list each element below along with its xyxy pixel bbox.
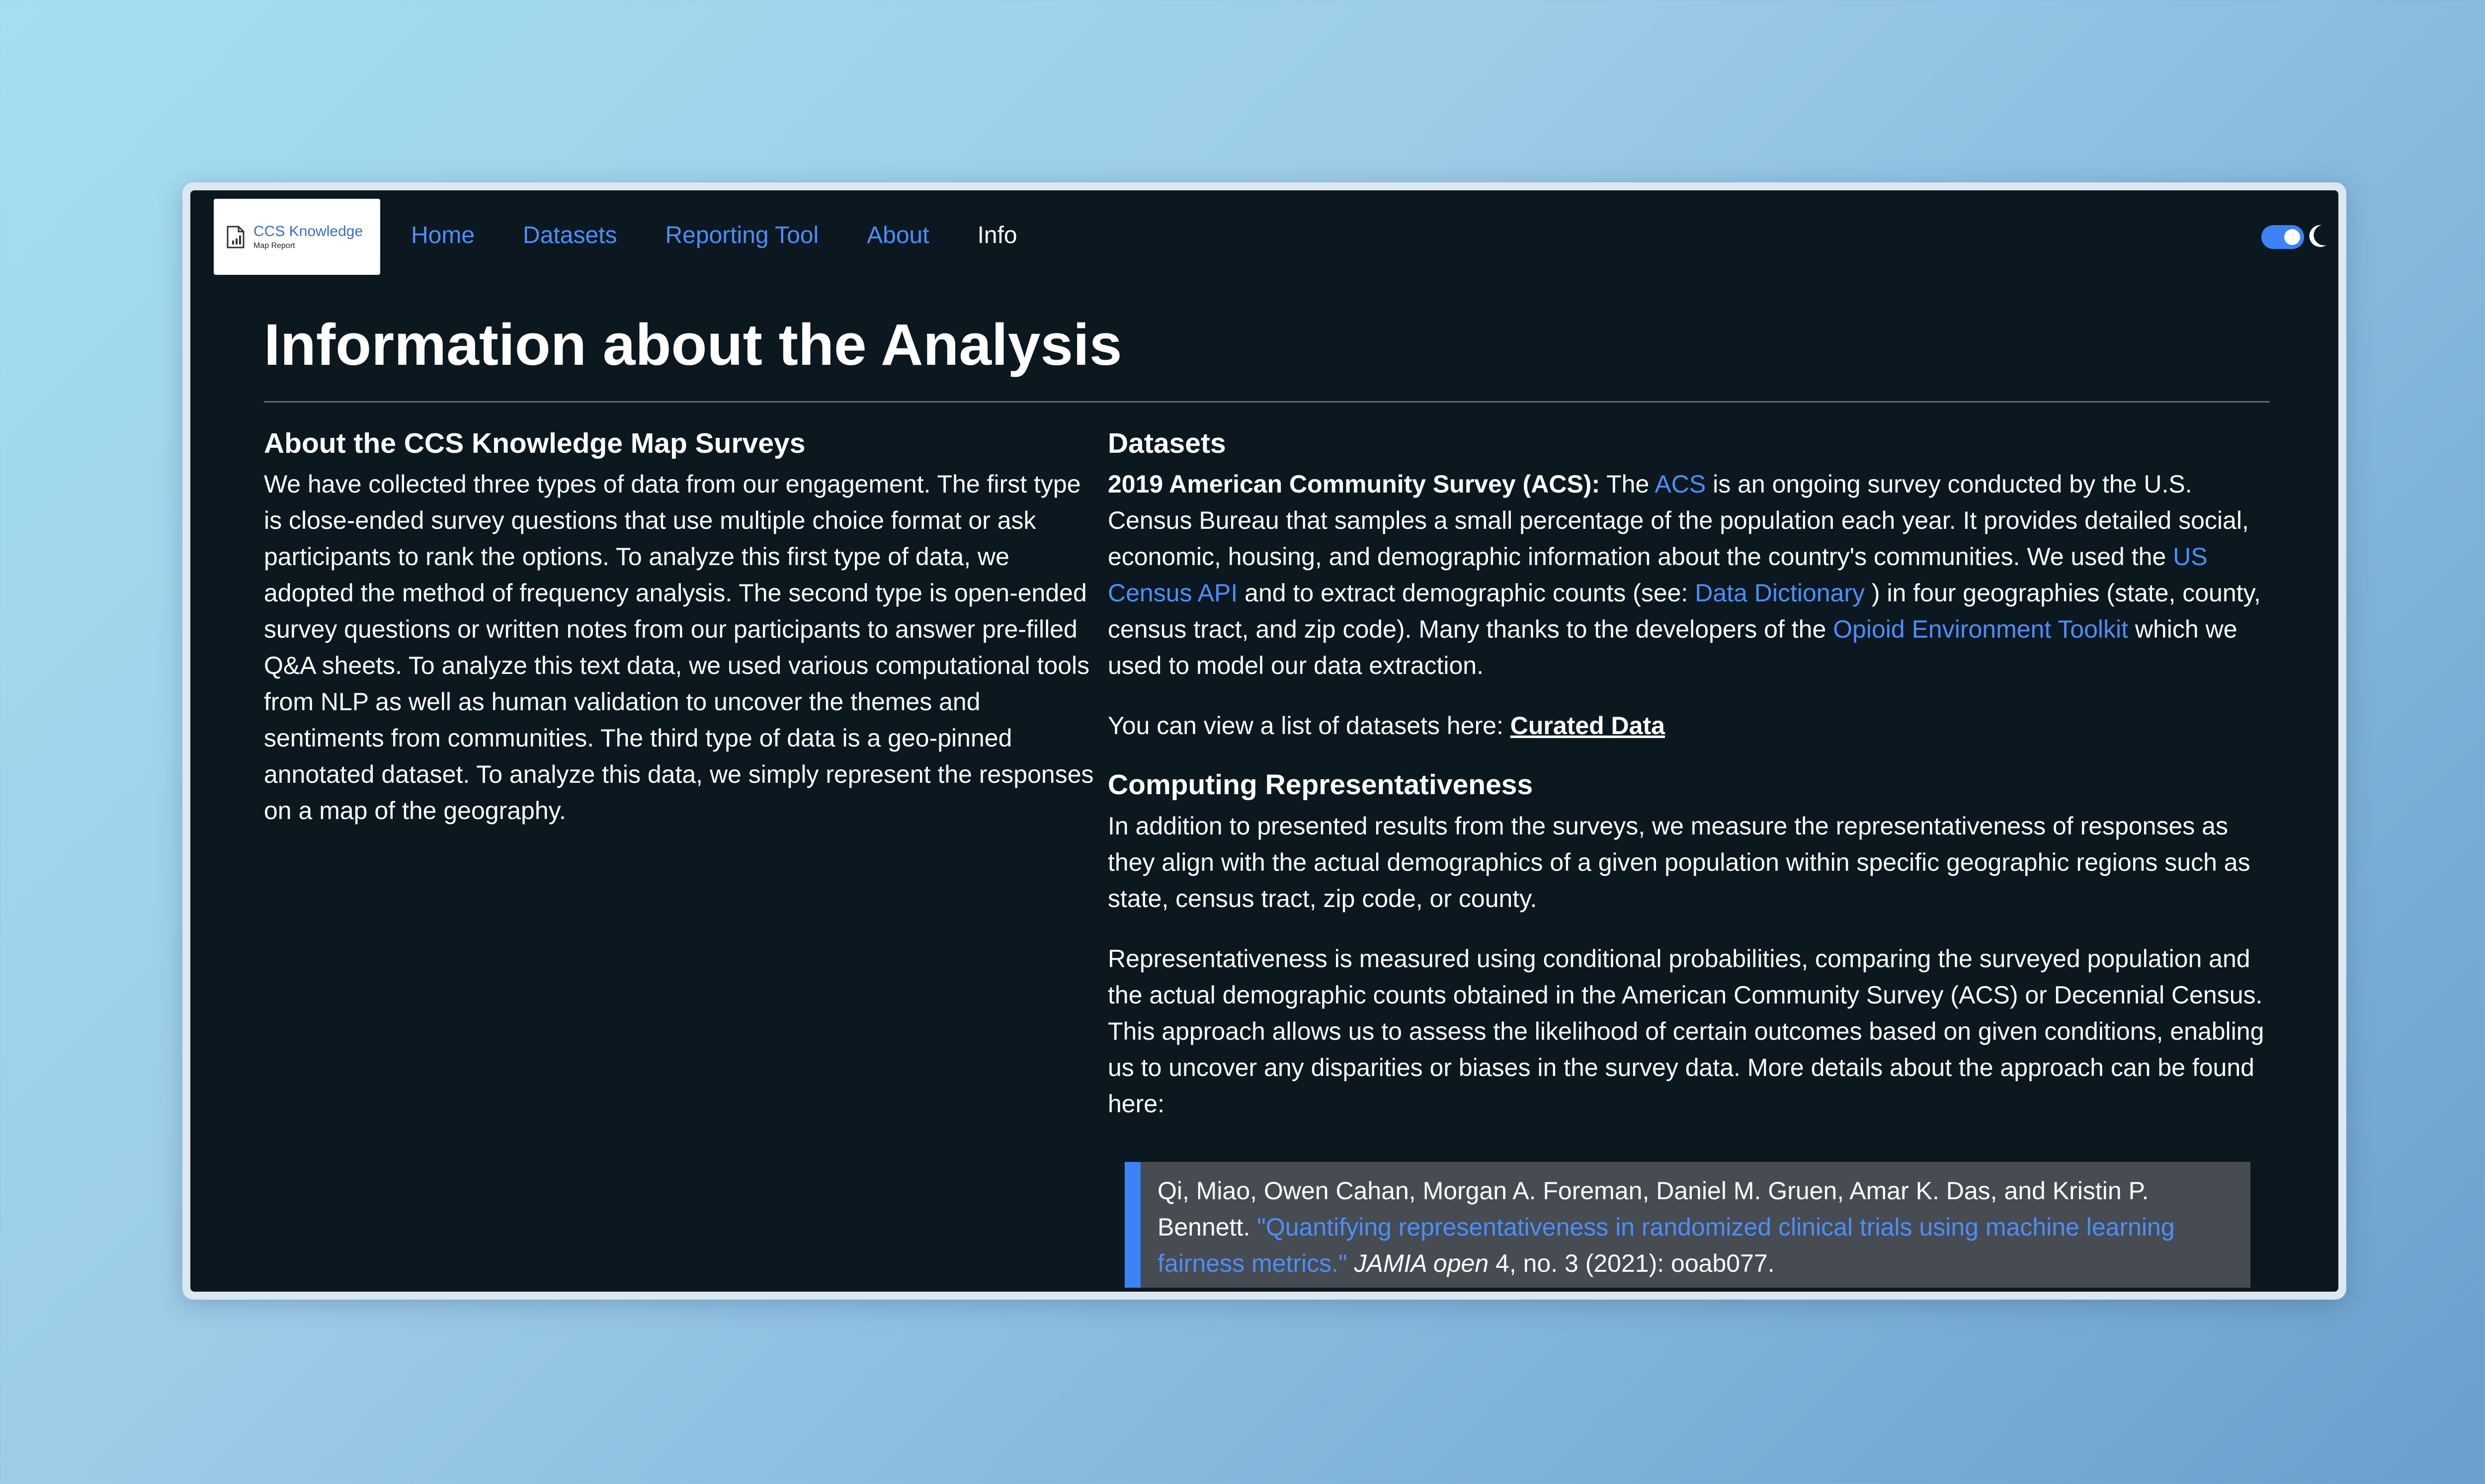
browser-window: CCS Knowledge Map Report Home Datasets R… <box>182 182 2346 1300</box>
curated-paragraph: You can view a list of datasets here: Cu… <box>1108 708 2271 744</box>
nav-datasets[interactable]: Datasets <box>523 221 617 250</box>
app-screen: CCS Knowledge Map Report Home Datasets R… <box>190 190 2338 1292</box>
computing-paragraph-1: In addition to presented results from th… <box>1108 812 2250 912</box>
moon-icon <box>2309 225 2326 247</box>
nav-links: Home Datasets Reporting Tool About Info <box>411 221 1066 250</box>
document-chart-icon <box>227 226 245 248</box>
nav-reporting-tool[interactable]: Reporting Tool <box>665 221 819 250</box>
left-body: We have collected three types of data fr… <box>264 470 1094 825</box>
nav-info[interactable]: Info <box>978 221 1017 250</box>
page-title: Information about the Analysis <box>264 312 1122 378</box>
datasets-heading: Datasets <box>1108 427 1226 459</box>
divider <box>264 401 2270 403</box>
nav-about[interactable]: About <box>867 221 929 250</box>
curated-data-link[interactable]: Curated Data <box>1510 712 1665 740</box>
nav-home[interactable]: Home <box>411 221 475 250</box>
data-dictionary-link[interactable]: Data Dictionary <box>1695 579 1865 607</box>
acs-link[interactable]: ACS <box>1655 470 1706 498</box>
left-heading: About the CCS Knowledge Map Surveys <box>264 427 806 459</box>
computing-paragraph-2: Representativeness is measured using con… <box>1108 944 2264 1118</box>
curated-text: You can view a list of datasets here: <box>1108 712 1510 740</box>
citation-blockquote: Qi, Miao, Owen Cahan, Morgan A. Foreman,… <box>1125 1161 2250 1288</box>
theme-toggle[interactable] <box>2261 225 2304 249</box>
acs-text-1: The <box>1600 470 1655 498</box>
acs-text-3: and to extract demographic counts (see: <box>1238 579 1695 607</box>
logo-subtitle: Map Report <box>253 241 295 250</box>
left-column: About the CCS Knowledge Map Surveys We h… <box>264 426 1094 829</box>
acs-paragraph: 2019 American Community Survey (ACS): Th… <box>1108 466 2271 684</box>
main-content: Information about the Analysis About the… <box>264 285 2270 1288</box>
logo-text: CCS Knowledge Map Report <box>253 224 363 250</box>
opioid-toolkit-link[interactable]: Opioid Environment Toolkit <box>1833 615 2128 643</box>
right-column: Datasets 2019 American Community Survey … <box>1108 426 2271 1288</box>
computing-heading: Computing Representativeness <box>1108 769 1533 801</box>
citation-journal: JAMIA open <box>1354 1249 1489 1277</box>
logo[interactable]: CCS Knowledge Map Report <box>214 199 380 275</box>
citation-text: Qi, Miao, Owen Cahan, Morgan A. Foreman,… <box>1158 1173 2234 1282</box>
toggle-knob <box>2284 229 2300 245</box>
acs-label: 2019 American Community Survey (ACS): <box>1108 470 1600 498</box>
citation-details: 4, no. 3 (2021): ooab077. <box>1489 1249 1775 1277</box>
navbar: CCS Knowledge Map Report Home Datasets R… <box>190 190 2338 285</box>
logo-title: CCS Knowledge <box>253 223 363 240</box>
